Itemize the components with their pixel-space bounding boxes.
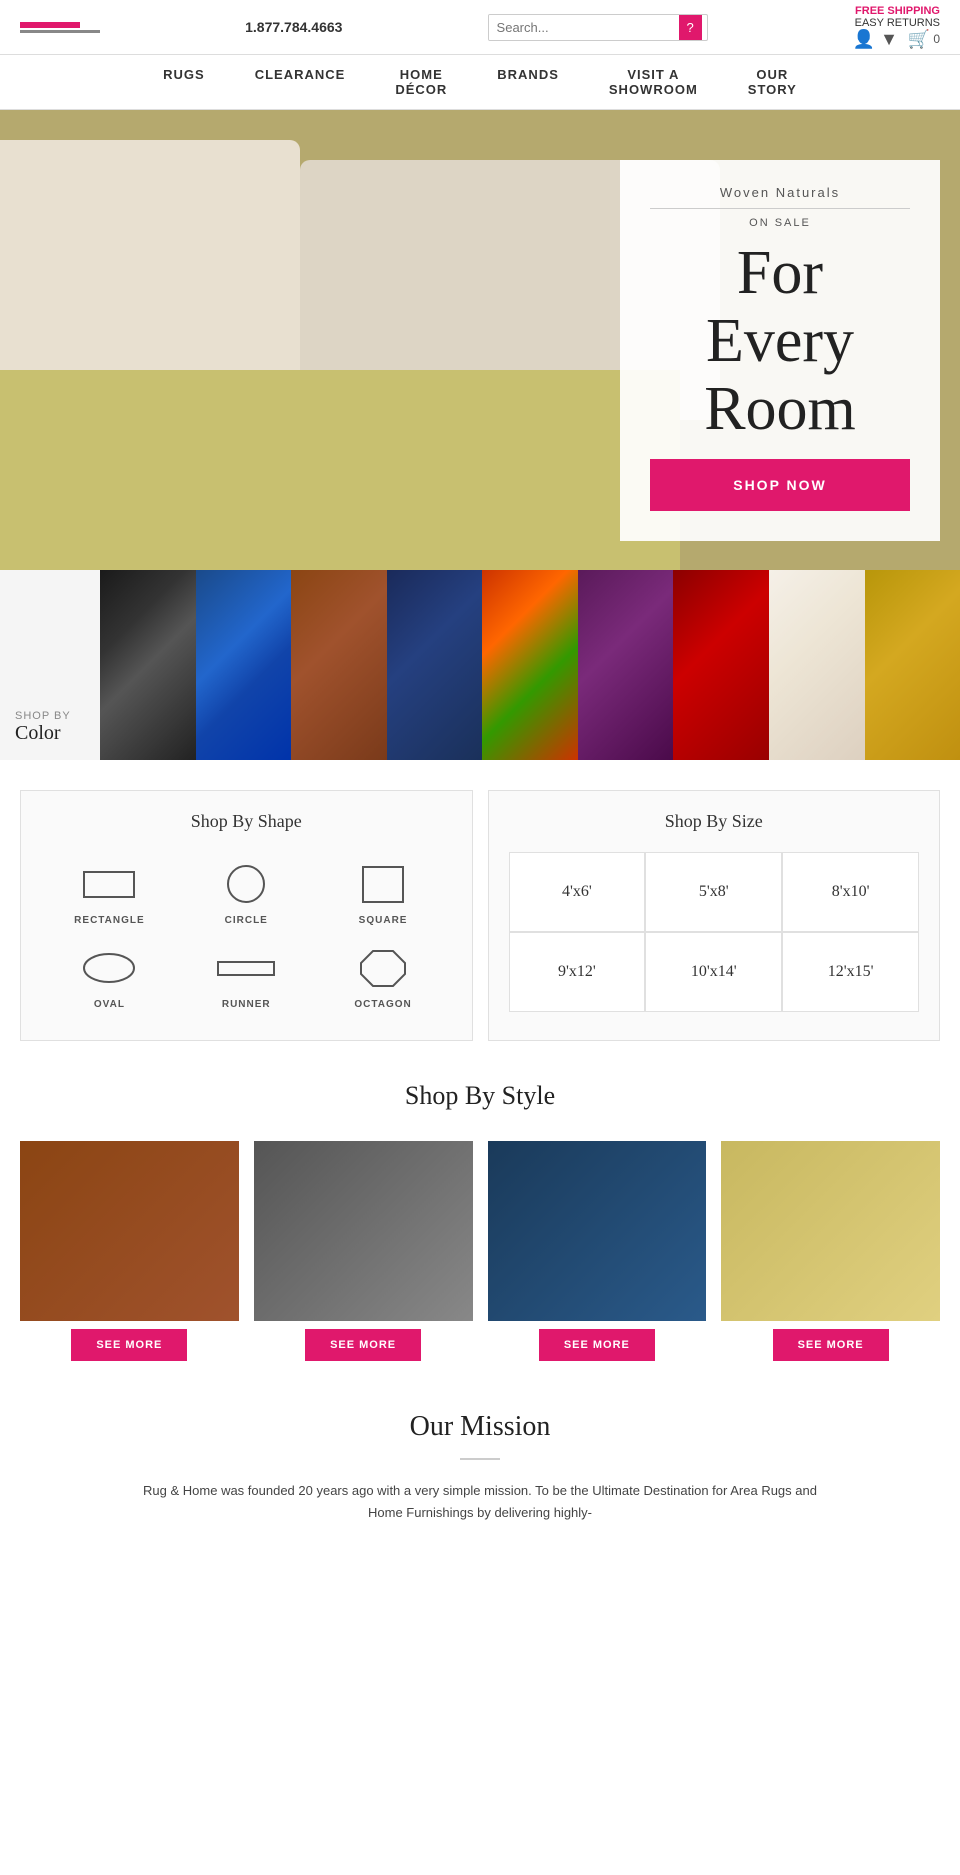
color-swatch-blue[interactable] <box>196 570 292 760</box>
color-swatches <box>100 570 960 760</box>
size-box: Shop By Size 4'x6' 5'x8' 8'x10' 9'x12' 1… <box>488 790 941 1041</box>
search-input[interactable] <box>489 15 679 40</box>
color-swatch-multicolor[interactable] <box>482 570 578 760</box>
search-bar[interactable]: ? <box>488 14 708 41</box>
style-grid: SEE MORE SEE MORE SEE MORE SEE MORE <box>20 1141 940 1361</box>
mission-text: Rug & Home was founded 20 years ago with… <box>130 1480 830 1524</box>
header: 1.877.784.4663 ? FREE SHIPPING EASY RETU… <box>0 0 960 55</box>
shape-circle-label: CIRCLE <box>225 915 268 926</box>
shop-by-text: SHOP BY <box>15 710 90 722</box>
cart-icon: 🛒 <box>908 29 930 50</box>
mission-title: Our Mission <box>20 1411 940 1443</box>
hero-title: For Every Room <box>650 239 910 444</box>
style-see-more-2[interactable]: SEE MORE <box>305 1329 421 1361</box>
style-card-3: SEE MORE <box>488 1141 707 1361</box>
mission-section: Our Mission Rug & Home was founded 20 ye… <box>20 1411 940 1524</box>
color-label: Color <box>15 722 90 745</box>
shape-rectangle-label: RECTANGLE <box>74 915 144 926</box>
style-image-3 <box>488 1141 707 1321</box>
search-button[interactable]: ? <box>679 15 702 40</box>
hero-subtitle: Woven Naturals <box>650 185 910 200</box>
color-swatch-red[interactable] <box>673 570 769 760</box>
hero-on-sale: ON SALE <box>650 217 910 229</box>
shape-octagon[interactable]: OCTAGON <box>325 946 442 1010</box>
size-section-title: Shop By Size <box>509 811 920 832</box>
style-see-more-4[interactable]: SEE MORE <box>773 1329 889 1361</box>
shape-square-label: SQUARE <box>359 915 408 926</box>
size-12x15[interactable]: 12'x15' <box>782 932 919 1012</box>
style-image-4 <box>721 1141 940 1321</box>
hero-shop-now-button[interactable]: SHOP NOW <box>650 459 910 511</box>
style-card-2: SEE MORE <box>254 1141 473 1361</box>
phone-number: 1.877.784.4663 <box>245 19 342 35</box>
main-nav: RUGS CLEARANCE HOMEDÉCOR BRANDS VISIT AS… <box>0 55 960 110</box>
size-8x10[interactable]: 8'x10' <box>782 852 919 932</box>
style-see-more-3[interactable]: SEE MORE <box>539 1329 655 1361</box>
hero-overlay: Woven Naturals ON SALE For Every Room SH… <box>620 160 940 541</box>
shop-by-color-label: SHOP BY Color <box>0 570 100 760</box>
oval-icon <box>79 946 139 991</box>
style-image-1 <box>20 1141 239 1321</box>
account-icon[interactable]: 👤 ▼ <box>853 29 898 50</box>
circle-icon <box>216 862 276 907</box>
header-right: FREE SHIPPING EASY RETURNS 👤 ▼ 🛒 0 <box>853 5 940 50</box>
runner-icon <box>216 946 276 991</box>
shape-oval[interactable]: OVAL <box>51 946 168 1010</box>
style-card-4: SEE MORE <box>721 1141 940 1361</box>
color-swatch-gold[interactable] <box>865 570 960 760</box>
color-swatch-rust[interactable] <box>291 570 387 760</box>
nav-rugs[interactable]: RUGS <box>163 67 205 97</box>
nav-brands[interactable]: BRANDS <box>497 67 559 97</box>
shape-oval-label: OVAL <box>94 999 125 1010</box>
style-image-2 <box>254 1141 473 1321</box>
shapes-grid: RECTANGLE CIRCLE SQUARE <box>41 852 452 1020</box>
shop-by-section: Shop By Shape RECTANGLE CIRCLE <box>20 790 940 1041</box>
color-swatch-navy[interactable] <box>387 570 483 760</box>
cart-count: 0 <box>933 32 940 46</box>
header-icons: 👤 ▼ 🛒 0 <box>853 29 940 50</box>
color-swatch-black[interactable] <box>100 570 196 760</box>
mission-divider <box>460 1458 500 1460</box>
style-section: Shop By Style SEE MORE SEE MORE SEE MORE… <box>20 1081 940 1361</box>
color-strip: SHOP BY Color <box>0 570 960 760</box>
nav-clearance[interactable]: CLEARANCE <box>255 67 346 97</box>
color-swatch-purple[interactable] <box>578 570 674 760</box>
nav-showroom[interactable]: VISIT ASHOWROOM <box>609 67 698 97</box>
shape-rectangle[interactable]: RECTANGLE <box>51 862 168 926</box>
hero-divider <box>650 208 910 209</box>
cart-area[interactable]: 🛒 0 <box>908 29 940 50</box>
size-5x8[interactable]: 5'x8' <box>645 852 782 932</box>
logo[interactable] <box>20 22 100 33</box>
size-10x14[interactable]: 10'x14' <box>645 932 782 1012</box>
shape-square[interactable]: SQUARE <box>325 862 442 926</box>
size-4x6[interactable]: 4'x6' <box>509 852 646 932</box>
shape-runner[interactable]: RUNNER <box>188 946 305 1010</box>
style-see-more-1[interactable]: SEE MORE <box>71 1329 187 1361</box>
shape-runner-label: RUNNER <box>222 999 271 1010</box>
shape-octagon-label: OCTAGON <box>354 999 411 1010</box>
color-swatch-cream[interactable] <box>769 570 865 760</box>
shape-circle[interactable]: CIRCLE <box>188 862 305 926</box>
hero-rug <box>0 370 680 570</box>
size-9x12[interactable]: 9'x12' <box>509 932 646 1012</box>
nav-our-story[interactable]: OURSTORY <box>748 67 797 97</box>
free-shipping-label: FREE SHIPPING <box>855 5 940 17</box>
easy-returns-label: EASY RETURNS <box>855 17 940 29</box>
shape-box: Shop By Shape RECTANGLE CIRCLE <box>20 790 473 1041</box>
shape-section-title: Shop By Shape <box>41 811 452 832</box>
octagon-icon <box>353 946 413 991</box>
style-section-title: Shop By Style <box>20 1081 940 1111</box>
sizes-grid: 4'x6' 5'x8' 8'x10' 9'x12' 10'x14' 12'x15… <box>509 852 920 1012</box>
nav-home-decor[interactable]: HOMEDÉCOR <box>395 67 447 97</box>
style-card-1: SEE MORE <box>20 1141 239 1361</box>
hero-banner: Woven Naturals ON SALE For Every Room SH… <box>0 110 960 570</box>
rectangle-icon <box>79 862 139 907</box>
square-icon <box>353 862 413 907</box>
